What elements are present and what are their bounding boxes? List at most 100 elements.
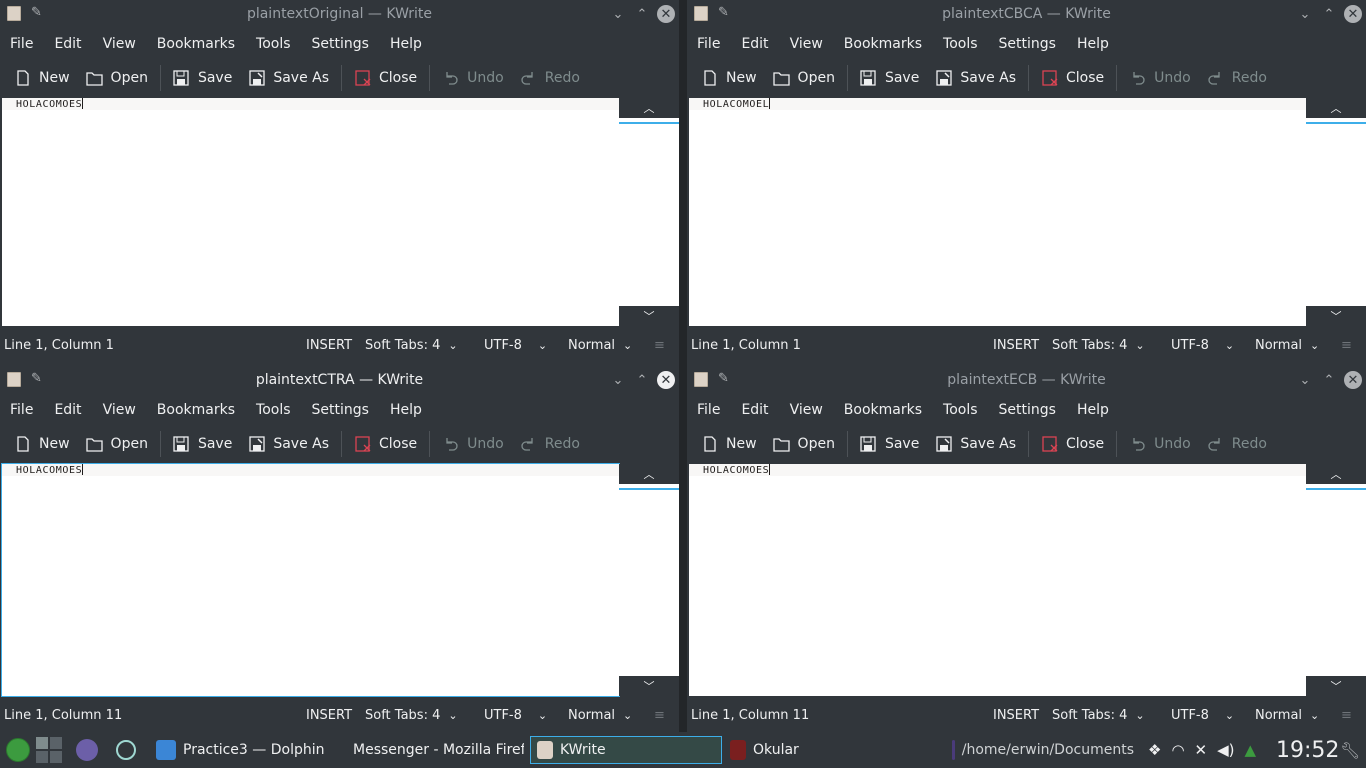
menu-item[interactable]: Bookmarks: [844, 36, 922, 52]
text-editor[interactable]: HOLACOMOES: [2, 98, 619, 326]
word-wrap-icon[interactable]: ≡: [1341, 708, 1352, 723]
wrench-icon[interactable]: 🔧︎: [1340, 741, 1360, 760]
task-kwrite[interactable]: KWrite: [530, 736, 722, 764]
new-button[interactable]: New: [693, 429, 765, 459]
menu-item[interactable]: Settings: [999, 402, 1056, 418]
indent-selector[interactable]: Soft Tabs: 4 ⌄: [365, 338, 458, 353]
scroll-down-button[interactable]: ﹀: [1306, 676, 1366, 696]
editor-text[interactable]: HOLACOMOEL: [703, 98, 771, 111]
emacs-icon[interactable]: [76, 739, 98, 761]
highlight-mode-selector[interactable]: Normal ⌄: [1255, 708, 1319, 723]
minimap-slider[interactable]: [619, 118, 679, 124]
menu-item[interactable]: Bookmarks: [844, 402, 922, 418]
dropbox-icon[interactable]: ❖: [1148, 741, 1161, 759]
task-terminal[interactable]: /home/erwin/Documents: [952, 736, 1134, 764]
save-button[interactable]: Save: [165, 429, 240, 459]
close-window-button[interactable]: ✕: [1344, 371, 1362, 389]
tray-expand-icon[interactable]: ▲: [1245, 741, 1257, 759]
network-icon[interactable]: ◠: [1171, 741, 1184, 759]
indent-selector[interactable]: Soft Tabs: 4 ⌄: [365, 708, 458, 723]
menu-item[interactable]: Bookmarks: [157, 402, 235, 418]
menu-item[interactable]: Help: [1077, 36, 1109, 52]
menu-item[interactable]: Tools: [943, 36, 978, 52]
minimize-button[interactable]: ⌄: [609, 5, 627, 23]
save-as-button[interactable]: Save As: [927, 63, 1024, 93]
input-mode[interactable]: INSERT: [306, 338, 352, 353]
cursor-position[interactable]: Line 1, Column 11: [4, 708, 122, 723]
text-editor[interactable]: HOLACOMOEL: [689, 98, 1306, 326]
close-document-button[interactable]: Close: [1033, 63, 1112, 93]
task-firefox[interactable]: Messenger - Mozilla Firef: [346, 736, 524, 764]
maximize-button[interactable]: ⌃: [1320, 371, 1338, 389]
encoding-selector[interactable]: UTF-8 ⌄: [484, 708, 547, 723]
encoding-selector[interactable]: UTF-8 ⌄: [484, 338, 547, 353]
minimize-button[interactable]: ⌄: [1296, 371, 1314, 389]
new-button[interactable]: New: [693, 63, 765, 93]
window-titlebar[interactable]: ✎ plaintextECB — KWrite ⌄ ⌃ ✕: [687, 366, 1366, 394]
menu-item[interactable]: View: [103, 402, 136, 418]
menu-item[interactable]: View: [103, 36, 136, 52]
minimap-scrollbar[interactable]: ︿ ﹀: [1306, 98, 1366, 326]
menu-item[interactable]: Settings: [312, 36, 369, 52]
cursor-position[interactable]: Line 1, Column 1: [4, 338, 114, 353]
editor-text[interactable]: HOLACOMOES: [703, 464, 771, 477]
cursor-position[interactable]: Line 1, Column 1: [691, 338, 801, 353]
menu-item[interactable]: File: [10, 36, 33, 52]
indent-selector[interactable]: Soft Tabs: 4 ⌄: [1052, 708, 1145, 723]
menu-item[interactable]: Settings: [999, 36, 1056, 52]
save-button[interactable]: Save: [852, 63, 927, 93]
menu-item[interactable]: Edit: [741, 36, 768, 52]
minimap-scrollbar[interactable]: ︿ ﹀: [1306, 464, 1366, 696]
undo-button[interactable]: Undo: [1121, 429, 1199, 459]
scroll-up-button[interactable]: ︿: [619, 464, 679, 484]
desktop-pager-icon[interactable]: [36, 737, 62, 763]
close-window-button[interactable]: ✕: [657, 5, 675, 23]
minimap-slider[interactable]: [619, 484, 679, 490]
redo-button[interactable]: Redo: [512, 429, 588, 459]
minimap-slider[interactable]: [1306, 484, 1366, 490]
undo-button[interactable]: Undo: [1121, 63, 1199, 93]
panel-settings[interactable]: 🔧︎: [1340, 732, 1360, 768]
close-window-button[interactable]: ✕: [1344, 5, 1362, 23]
menu-item[interactable]: Help: [390, 402, 422, 418]
bluetooth-icon[interactable]: ✕: [1195, 741, 1208, 759]
window-titlebar[interactable]: ✎ plaintextOriginal — KWrite ⌄ ⌃ ✕: [0, 0, 679, 28]
word-wrap-icon[interactable]: ≡: [654, 338, 665, 353]
scroll-up-button[interactable]: ︿: [619, 98, 679, 118]
maximize-button[interactable]: ⌃: [633, 371, 651, 389]
task-dolphin[interactable]: Practice3 — Dolphin: [156, 736, 336, 764]
minimap-scrollbar[interactable]: ︿ ﹀: [619, 464, 679, 696]
word-wrap-icon[interactable]: ≡: [654, 708, 665, 723]
launcher-button[interactable]: [6, 732, 30, 768]
menu-item[interactable]: Edit: [741, 402, 768, 418]
menu-item[interactable]: View: [790, 402, 823, 418]
volume-icon[interactable]: ◀): [1217, 741, 1234, 759]
save-button[interactable]: Save: [165, 63, 240, 93]
editor-text[interactable]: HOLACOMOES: [16, 98, 84, 111]
scroll-down-button[interactable]: ﹀: [1306, 306, 1366, 326]
new-button[interactable]: New: [6, 63, 78, 93]
scroll-down-button[interactable]: ﹀: [619, 676, 679, 696]
undo-button[interactable]: Undo: [434, 429, 512, 459]
save-as-button[interactable]: Save As: [240, 63, 337, 93]
window-titlebar[interactable]: ✎ plaintextCTRA — KWrite ⌄ ⌃ ✕: [0, 366, 679, 394]
pager[interactable]: [36, 732, 62, 768]
menu-item[interactable]: View: [790, 36, 823, 52]
open-button[interactable]: Open: [78, 63, 156, 93]
redo-button[interactable]: Redo: [512, 63, 588, 93]
cursor-position[interactable]: Line 1, Column 11: [691, 708, 809, 723]
text-editor[interactable]: HOLACOMOES: [689, 464, 1306, 696]
input-mode[interactable]: INSERT: [993, 338, 1039, 353]
menu-item[interactable]: File: [697, 402, 720, 418]
digital-clock[interactable]: 19:52: [1276, 732, 1339, 768]
scroll-down-button[interactable]: ﹀: [619, 306, 679, 326]
scroll-up-button[interactable]: ︿: [1306, 98, 1366, 118]
minimize-button[interactable]: ⌄: [609, 371, 627, 389]
minimize-button[interactable]: ⌄: [1296, 5, 1314, 23]
highlight-mode-selector[interactable]: Normal ⌄: [568, 338, 632, 353]
save-as-button[interactable]: Save As: [927, 429, 1024, 459]
redo-button[interactable]: Redo: [1199, 429, 1275, 459]
encoding-selector[interactable]: UTF-8 ⌄: [1171, 708, 1234, 723]
minimap-scrollbar[interactable]: ︿ ﹀: [619, 98, 679, 326]
menu-item[interactable]: Tools: [256, 36, 291, 52]
